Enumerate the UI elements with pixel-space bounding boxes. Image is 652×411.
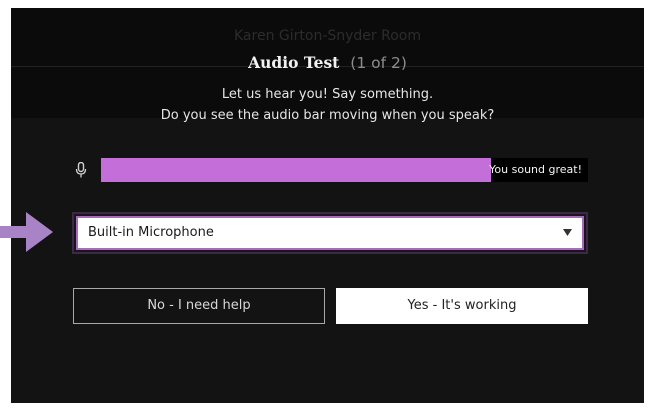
arrow-right-icon	[0, 212, 53, 252]
instruction-line-1: Let us hear you! Say something.	[221, 87, 434, 102]
chevron-down-icon	[563, 229, 572, 236]
audio-level-bar: You sound great!	[101, 158, 588, 182]
audio-test-dialog: Karen Girton-Snyder Room Audio Test (1 o…	[11, 8, 644, 403]
yes-working-button[interactable]: Yes - It's working	[336, 288, 588, 324]
microphone-icon	[75, 162, 87, 178]
room-name: Karen Girton-Snyder Room	[234, 28, 421, 44]
microphone-select-value: Built-in Microphone	[88, 225, 214, 240]
no-need-help-button[interactable]: No - I need help	[73, 288, 325, 324]
audio-level-fill	[101, 158, 491, 182]
microphone-select-container: Built-in Microphone	[72, 212, 588, 254]
instruction-line-2: Do you see the audio bar moving when you…	[160, 108, 495, 123]
audio-status-text: You sound great!	[489, 163, 582, 176]
dialog-step: (1 of 2)	[350, 54, 407, 72]
dialog-title-text: Audio Test	[248, 53, 340, 72]
microphone-select[interactable]: Built-in Microphone	[76, 216, 584, 250]
dialog-title: Audio Test (1 of 2)	[11, 53, 644, 72]
